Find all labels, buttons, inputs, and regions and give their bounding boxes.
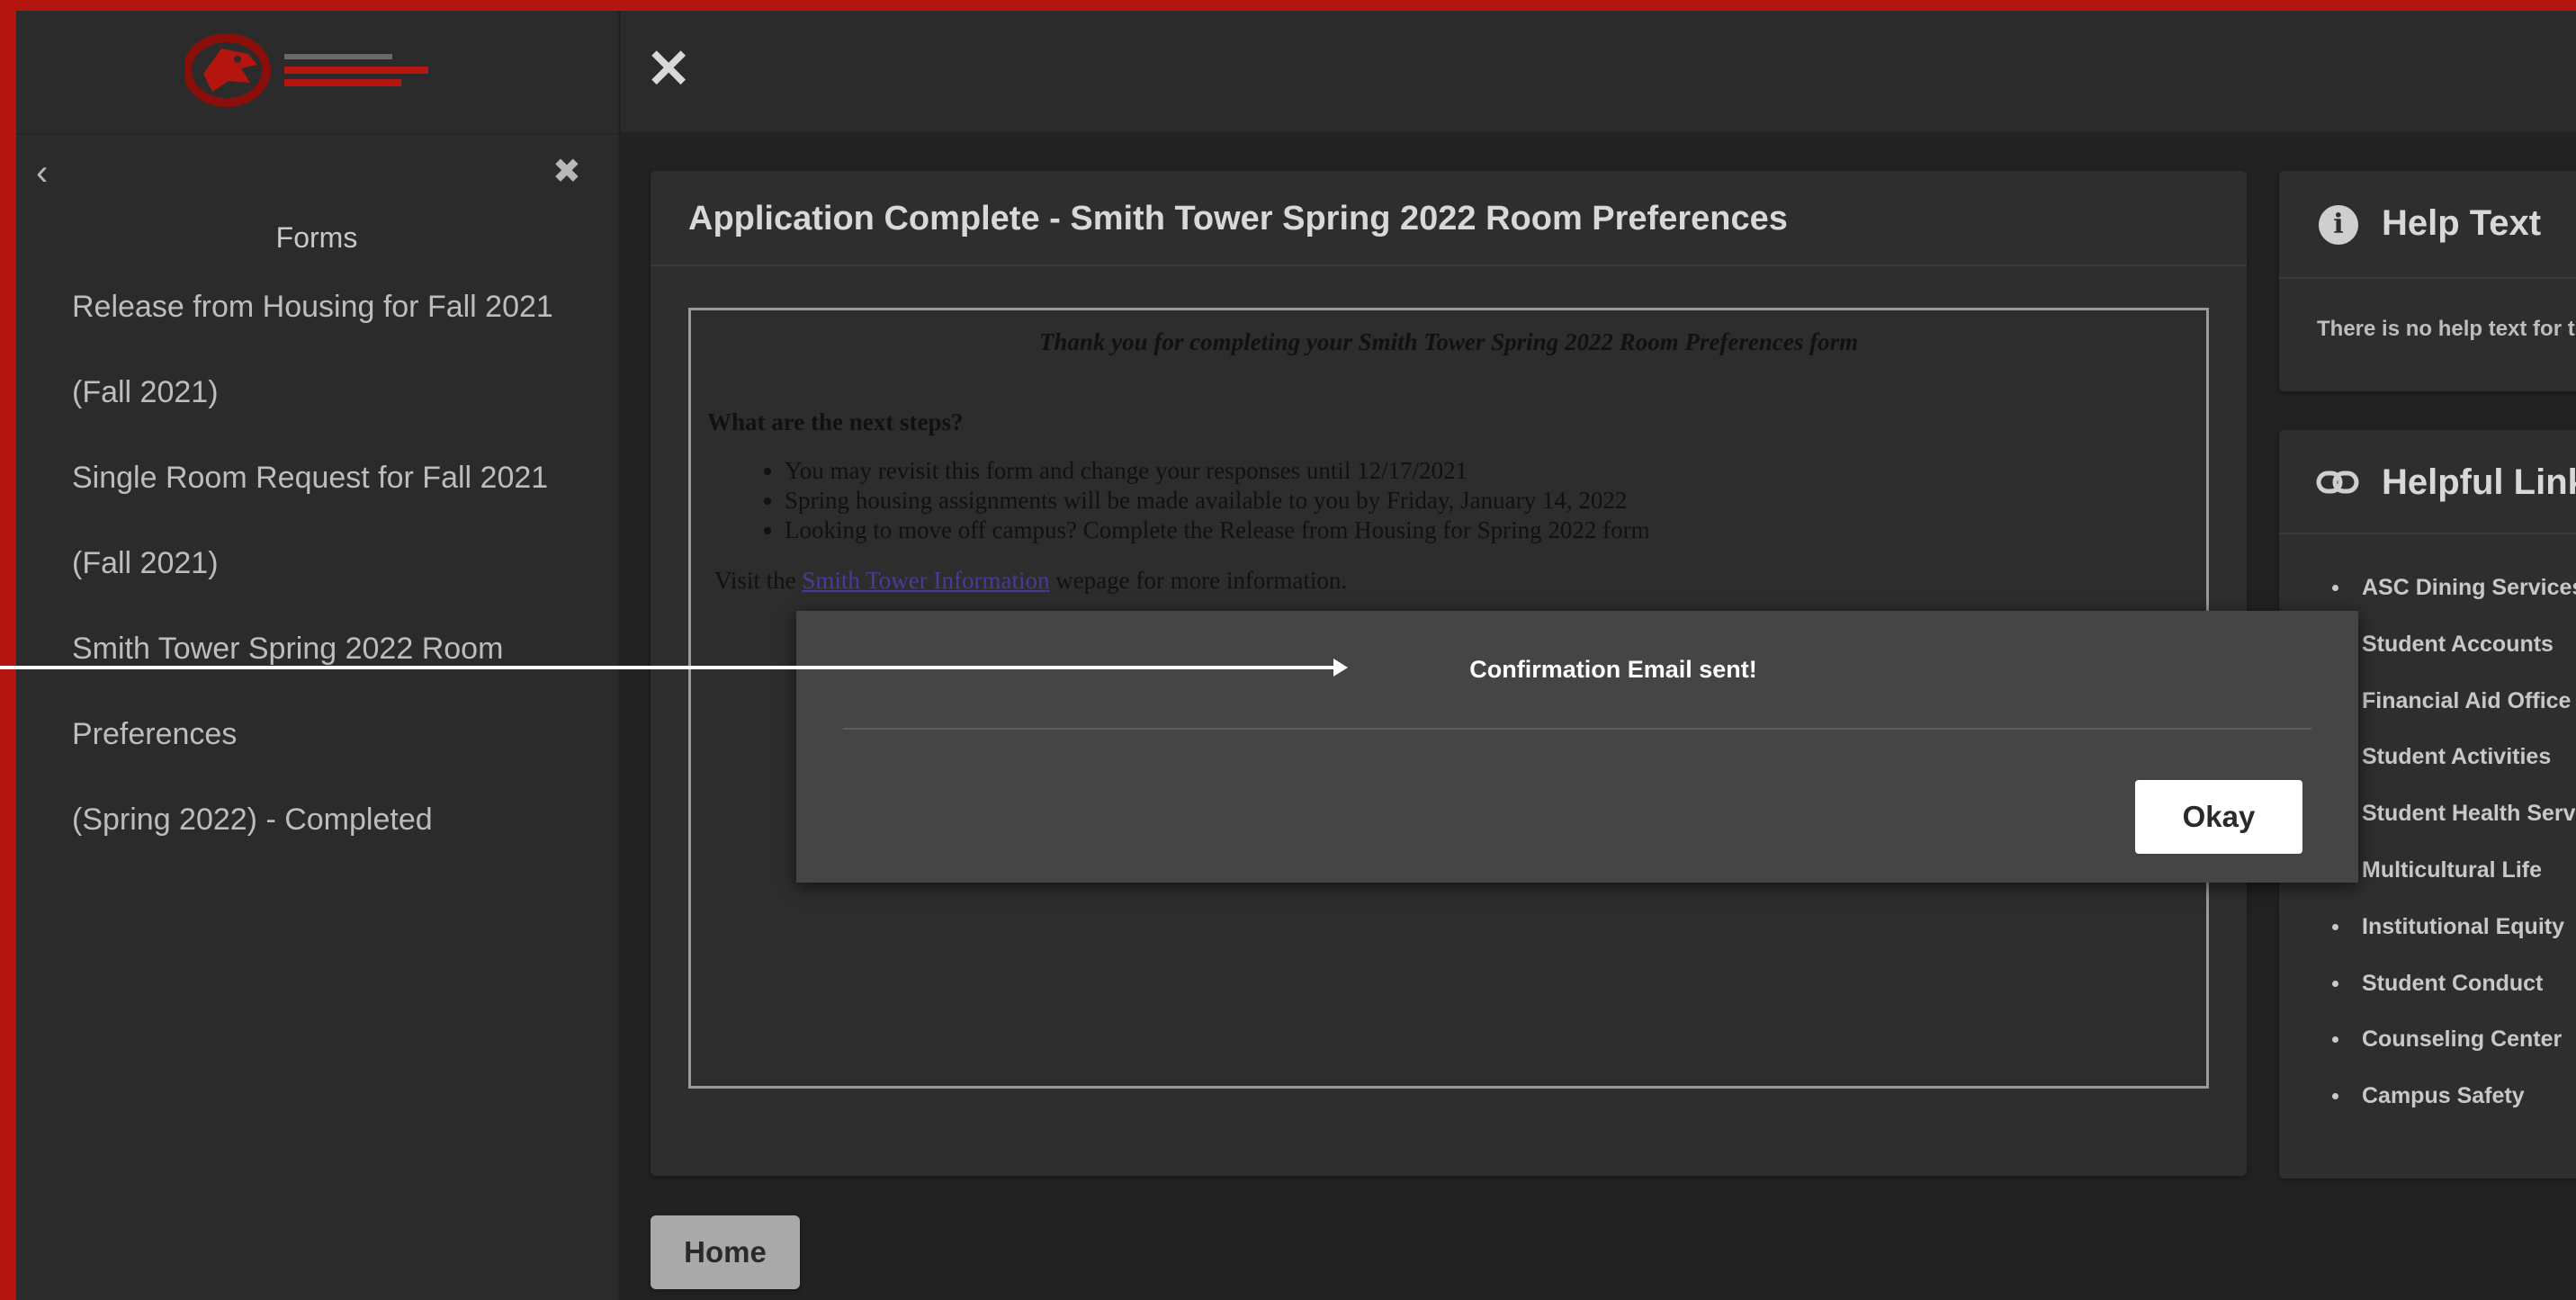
step-item: Looking to move off campus? Complete the… [785, 516, 2206, 545]
top-bar: ✕ [621, 11, 2576, 133]
links-title: Helpful Links [2382, 462, 2576, 502]
sidebar: ‹ ✖ Forms Release from Housing for Fall … [16, 11, 619, 1300]
helpful-link[interactable]: Institutional Equity [2331, 913, 2576, 970]
next-steps-list: You may revisit this form and change you… [785, 456, 2206, 545]
forms-title: Forms [275, 221, 358, 254]
left-accent-bar [0, 0, 16, 1300]
step-item: Spring housing assignments will be made … [785, 486, 2206, 516]
visit-prefix: Visit the [714, 567, 796, 594]
links-header: Helpful Links [2279, 430, 2576, 534]
help-header: i Help Text [2279, 171, 2576, 279]
thank-you-text: Thank you for completing your Smith Towe… [1038, 328, 1859, 355]
helpful-link[interactable]: Student Health Services [2331, 800, 2576, 856]
helpful-links-list: ASC Dining Services Student Accounts Fin… [2331, 574, 2576, 1139]
form-link-smith-tower-preferences[interactable]: Preferences [16, 692, 617, 777]
pointer-arrow-line [0, 666, 1335, 669]
home-button[interactable]: Home [651, 1215, 800, 1289]
helpful-link[interactable]: Multicultural Life [2331, 856, 2576, 913]
confirmation-modal: Confirmation Email sent! Okay [796, 611, 2358, 883]
helpful-link[interactable]: ASC Dining Services [2331, 574, 2576, 631]
modal-message: Confirmation Email sent! [1469, 656, 1757, 683]
close-sidebar-icon[interactable]: ✖ [552, 151, 581, 192]
visit-suffix: wepage for more information. [1055, 567, 1348, 594]
visit-text: Visit the Smith Tower Information wepage… [714, 567, 2206, 595]
okay-button[interactable]: Okay [2135, 780, 2302, 854]
logo-area [16, 11, 617, 135]
helpful-link[interactable]: Student Accounts [2331, 631, 2576, 687]
form-link-release-fall-2021[interactable]: Release from Housing for Fall 2021 [16, 264, 617, 350]
help-body: There is no help text for this [2317, 317, 2576, 341]
next-steps-heading: What are the next steps? [707, 408, 964, 435]
close-icon[interactable]: ✕ [646, 38, 691, 101]
helpful-link[interactable]: Campus Safety [2331, 1082, 2576, 1139]
page-title: Application Complete - Smith Tower Sprin… [651, 171, 2247, 266]
form-link-smith-tower-completed[interactable]: (Spring 2022) - Completed [16, 777, 617, 863]
form-link-smith-tower-spring-2022[interactable]: Smith Tower Spring 2022 Room [16, 606, 617, 692]
chevron-left-icon[interactable]: ‹ [36, 153, 48, 193]
helpful-link[interactable]: Student Activities [2331, 743, 2576, 800]
housing-logo [185, 33, 428, 107]
smith-tower-info-link[interactable]: Smith Tower Information [802, 567, 1049, 594]
helpful-link[interactable]: Counseling Center [2331, 1026, 2576, 1082]
sidebar-nav: ‹ ✖ [16, 135, 617, 207]
form-link-single-room-fall-2021[interactable]: Single Room Request for Fall 2021 [16, 435, 617, 521]
info-icon: i [2319, 205, 2358, 245]
modal-divider [843, 728, 2311, 730]
helpful-link[interactable]: Financial Aid Office [2331, 687, 2576, 744]
pointer-arrow-head [1333, 659, 1348, 677]
form-link-release-fall-2021-term[interactable]: (Fall 2021) [16, 350, 617, 435]
top-accent-bar [0, 0, 2576, 11]
help-text-card: i Help Text There is no help text for th… [2279, 171, 2576, 391]
form-link-single-room-fall-2021-term[interactable]: (Fall 2021) [16, 521, 617, 606]
helpful-link[interactable]: Student Conduct [2331, 970, 2576, 1027]
link-icon [2316, 471, 2359, 494]
step-item: You may revisit this form and change you… [785, 456, 2206, 486]
help-title: Help Text [2382, 203, 2542, 243]
